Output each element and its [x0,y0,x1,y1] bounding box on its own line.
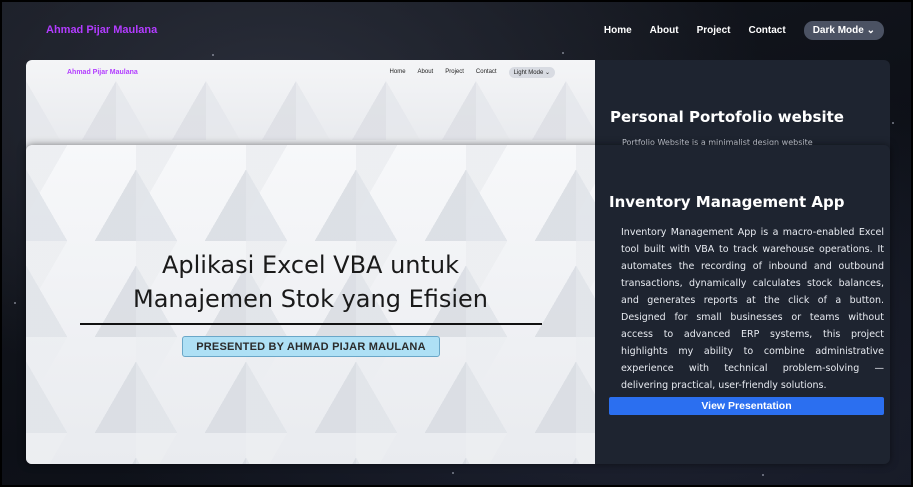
project-title: Inventory Management App [609,193,845,211]
project-info-panel: Inventory Management App Inventory Manag… [595,145,890,464]
project-title: Personal Portofolio website [610,108,844,126]
preview-nav-contact: Contact [475,69,497,75]
preview-brand: Ahmad Pijar Maulana [67,68,138,76]
presented-by-badge: PRESENTED BY AHMAD PIJAR MAULANA [182,336,440,357]
nav-about[interactable]: About [650,25,679,36]
preview-nav: Home About Project Contact Light Mode ⌄ [389,66,595,78]
slide-title-line2: Manajemen Stok yang Efisien [132,285,489,313]
slide-title-line1: Aplikasi Excel VBA untuk [161,251,460,279]
top-navbar: Ahmad Pijar Maulana Home About Project C… [16,12,896,48]
slide-divider [80,323,542,325]
project-preview-slide: Aplikasi Excel VBA untuk Manajemen Stok … [26,145,595,464]
view-presentation-button[interactable]: View Presentation [609,397,884,415]
project-description: Inventory Management App is a macro-enab… [621,227,884,391]
preview-mode-button: Light Mode ⌄ [508,66,555,78]
nav-contact[interactable]: Contact [748,25,785,36]
theme-mode-label: Dark Mode [812,24,864,36]
chevron-down-icon: ⌄ [866,24,875,36]
project-card-inventory: Aplikasi Excel VBA untuk Manajemen Stok … [26,145,890,464]
slide-title: Aplikasi Excel VBA untuk Manajemen Stok … [26,248,595,316]
preview-nav-project: Project [445,69,464,75]
theme-mode-dropdown[interactable]: Dark Mode ⌄ [803,20,884,40]
nav-home[interactable]: Home [604,25,632,36]
preview-nav-about: About [417,69,434,75]
brand-logo[interactable]: Ahmad Pijar Maulana [16,24,157,36]
preview-navbar: Ahmad Pijar Maulana Home About Project C… [26,64,595,80]
nav-menu: Home About Project Contact Dark Mode ⌄ [604,20,896,40]
app-window: Ahmad Pijar Maulana Home About Project C… [0,0,913,487]
preview-nav-home: Home [389,69,406,75]
nav-project[interactable]: Project [697,25,731,36]
